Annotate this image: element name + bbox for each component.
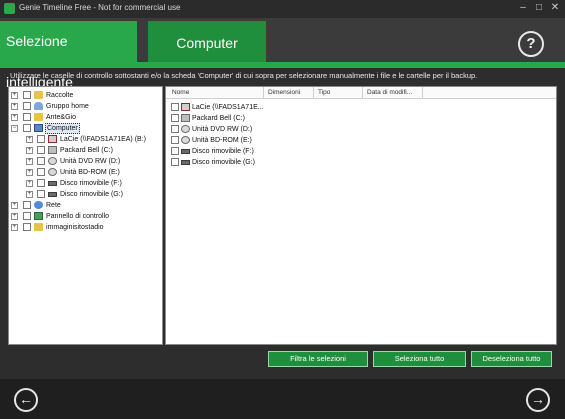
tree-item-label: Gruppo home bbox=[46, 103, 89, 110]
checkbox[interactable] bbox=[171, 158, 179, 166]
computer-icon bbox=[34, 124, 43, 132]
checkbox[interactable] bbox=[37, 190, 45, 198]
checkbox[interactable] bbox=[37, 146, 45, 154]
expand-icon[interactable]: + bbox=[11, 202, 18, 209]
tree-item-label: Disco rimovibile (G:) bbox=[60, 191, 124, 198]
expand-icon[interactable]: + bbox=[11, 114, 18, 121]
collapse-icon[interactable]: − bbox=[11, 125, 18, 132]
column-type[interactable]: Tipo bbox=[314, 87, 363, 99]
list-item-name: Unità BD-ROM (E:) bbox=[192, 137, 252, 144]
expand-icon[interactable]: + bbox=[11, 213, 18, 220]
expand-icon[interactable]: + bbox=[11, 103, 18, 110]
expand-icon[interactable]: + bbox=[26, 191, 33, 198]
expand-icon[interactable]: + bbox=[26, 169, 33, 176]
back-arrow-icon[interactable]: ← bbox=[14, 388, 38, 412]
checkbox[interactable] bbox=[23, 113, 31, 121]
filter-selections-button[interactable]: Filtra le selezioni bbox=[268, 351, 368, 367]
checkbox[interactable] bbox=[171, 125, 179, 133]
expand-icon[interactable]: + bbox=[26, 158, 33, 165]
tree-item-label: Packard Bell (C:) bbox=[60, 147, 113, 154]
removable-disk-icon bbox=[48, 181, 57, 186]
forward-arrow-icon[interactable]: → bbox=[526, 388, 550, 412]
expand-icon[interactable]: + bbox=[26, 180, 33, 187]
expand-icon[interactable]: + bbox=[11, 224, 18, 231]
removable-disk-icon bbox=[48, 192, 57, 197]
tree-item-label: LaCie (\\FADS1A71EA) (B:) bbox=[60, 136, 146, 143]
checkbox[interactable] bbox=[23, 212, 31, 220]
maximize-button[interactable]: □ bbox=[532, 1, 546, 15]
deselect-all-button[interactable]: Deseleziona tutto bbox=[471, 351, 552, 367]
checkbox[interactable] bbox=[171, 136, 179, 144]
folder-tree[interactable]: + Raccolte + Gruppo home + Ante&Gio − Co… bbox=[8, 86, 163, 345]
app-window: Genie Timeline Free - Not for commercial… bbox=[0, 0, 565, 419]
folder-icon bbox=[34, 223, 43, 231]
checkbox[interactable] bbox=[23, 124, 31, 132]
network-icon bbox=[34, 201, 43, 209]
column-date[interactable]: Data di modifi... bbox=[363, 87, 423, 99]
expand-icon[interactable]: + bbox=[11, 92, 18, 99]
checkbox[interactable] bbox=[37, 157, 45, 165]
removable-disk-icon bbox=[181, 149, 190, 154]
checkbox[interactable] bbox=[171, 103, 179, 111]
checkbox[interactable] bbox=[23, 91, 31, 99]
list-item-name: Disco rimovibile (G:) bbox=[192, 159, 256, 166]
tab-smart-selection[interactable]: Selezione intelligente bbox=[0, 21, 137, 90]
help-button[interactable]: ? bbox=[518, 31, 544, 57]
tree-item-label: Unità DVD RW (D:) bbox=[60, 158, 121, 165]
accent-stripe bbox=[0, 62, 565, 68]
expand-icon[interactable]: + bbox=[26, 136, 33, 143]
hard-drive-icon bbox=[48, 146, 57, 154]
checkbox[interactable] bbox=[37, 135, 45, 143]
homegroup-icon bbox=[34, 102, 43, 110]
bottom-nav-bar: ← → bbox=[0, 379, 565, 419]
hard-drive-icon bbox=[181, 114, 190, 122]
tree-item-label: Rete bbox=[46, 202, 61, 209]
user-folder-icon bbox=[34, 113, 43, 121]
file-list[interactable]: Nome Dimensioni Tipo Data di modifi... L… bbox=[165, 86, 557, 345]
network-drive-icon bbox=[48, 135, 57, 143]
dvd-drive-icon bbox=[181, 125, 190, 133]
list-item-name: Packard Bell (C:) bbox=[192, 115, 245, 122]
tree-item-label: Pannello di controllo bbox=[46, 213, 110, 220]
list-item-name: Unità DVD RW (D:) bbox=[192, 126, 253, 133]
library-folder-icon bbox=[34, 91, 43, 99]
checkbox[interactable] bbox=[23, 201, 31, 209]
removable-disk-icon bbox=[181, 160, 190, 165]
tree-item-label: immaginisitostadio bbox=[46, 224, 104, 231]
tree-item-label: Disco rimovibile (F:) bbox=[60, 180, 122, 187]
column-size[interactable]: Dimensioni bbox=[264, 87, 314, 99]
control-panel-icon bbox=[34, 212, 43, 220]
checkbox[interactable] bbox=[171, 114, 179, 122]
bd-drive-icon bbox=[181, 136, 190, 144]
close-button[interactable]: ✕ bbox=[548, 1, 562, 15]
checkbox[interactable] bbox=[23, 223, 31, 231]
window-title: Genie Timeline Free - Not for commercial… bbox=[19, 3, 181, 12]
tree-item-label: Raccolte bbox=[46, 92, 74, 99]
tree-item-label: Ante&Gio bbox=[46, 114, 76, 121]
list-item-name: LaCie (\\FADS1A71E... bbox=[192, 104, 264, 111]
tree-item-label: Computer bbox=[45, 123, 80, 134]
list-header: Nome Dimensioni Tipo Data di modifi... bbox=[166, 87, 556, 99]
checkbox[interactable] bbox=[23, 102, 31, 110]
app-logo-icon bbox=[4, 3, 15, 14]
list-item-name: Disco rimovibile (F:) bbox=[192, 148, 254, 155]
column-name[interactable]: Nome bbox=[168, 87, 264, 99]
checkbox[interactable] bbox=[37, 168, 45, 176]
title-bar: Genie Timeline Free - Not for commercial… bbox=[0, 0, 565, 18]
dvd-drive-icon bbox=[48, 157, 57, 165]
tab-bar: Selezione intelligente Computer ? bbox=[0, 18, 565, 90]
checkbox[interactable] bbox=[37, 179, 45, 187]
tree-item-label: Unità BD-ROM (E:) bbox=[60, 169, 120, 176]
minimize-button[interactable]: – bbox=[516, 1, 530, 15]
instructions-text: Utilizzare le caselle di controllo sotto… bbox=[10, 71, 478, 80]
checkbox[interactable] bbox=[171, 147, 179, 155]
network-drive-icon bbox=[181, 103, 190, 111]
expand-icon[interactable]: + bbox=[26, 147, 33, 154]
select-all-button[interactable]: Seleziona tutto bbox=[373, 351, 466, 367]
tab-computer[interactable]: Computer bbox=[148, 21, 266, 62]
bd-drive-icon bbox=[48, 168, 57, 176]
